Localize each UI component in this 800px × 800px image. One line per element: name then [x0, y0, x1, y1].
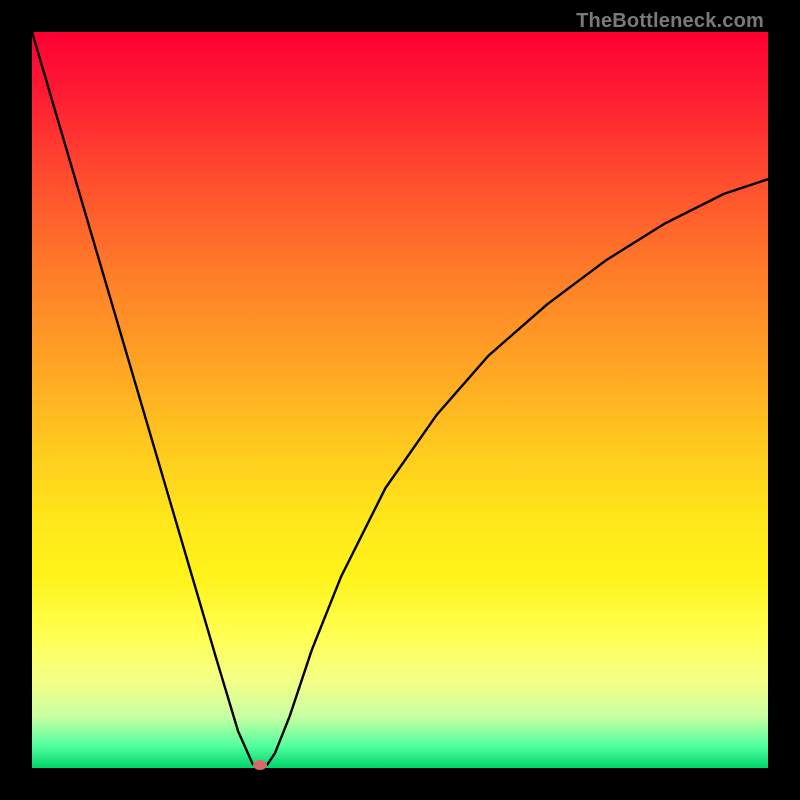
- bottleneck-curve: [32, 32, 768, 768]
- minimum-marker: [253, 760, 267, 770]
- curve-layer: [32, 32, 768, 768]
- chart-container: TheBottleneck.com: [0, 0, 800, 800]
- watermark-text: TheBottleneck.com: [576, 10, 764, 33]
- curve-svg: [32, 32, 768, 768]
